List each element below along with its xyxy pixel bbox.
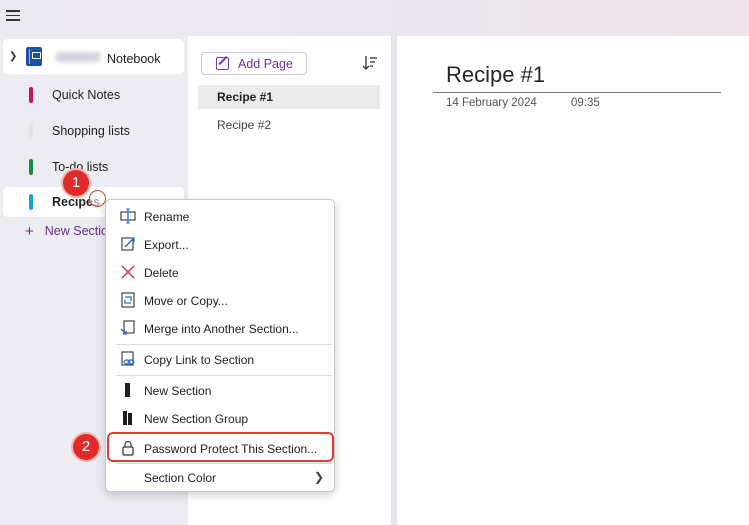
add-page-icon <box>216 57 229 70</box>
add-page-button[interactable]: Add Page <box>201 52 307 75</box>
section-color-tab <box>29 194 33 210</box>
page-date: 14 February 2024 <box>446 97 537 109</box>
highlight-box <box>107 432 334 462</box>
menu-item-label: Copy Link to Section <box>144 353 255 367</box>
menu-item-merge[interactable]: Merge into Another Section... <box>106 315 334 341</box>
menu-item-label: Move or Copy... <box>144 294 228 308</box>
export-icon <box>121 237 135 251</box>
menu-item-rename[interactable]: Rename <box>106 203 334 229</box>
move-copy-icon <box>121 292 135 308</box>
section-color-tab <box>29 87 33 103</box>
title-underline <box>433 92 721 93</box>
menu-separator <box>116 344 332 345</box>
menu-item-label: Export... <box>144 238 189 252</box>
click-indicator <box>89 190 106 207</box>
menu-item-section-color[interactable]: Section Color ❯ <box>106 464 334 490</box>
menu-item-delete[interactable]: Delete <box>106 259 334 285</box>
menu-item-label: Merge into Another Section... <box>144 322 299 336</box>
page-title[interactable]: Recipe #1 <box>446 62 545 88</box>
chevron-right-icon: ❯ <box>313 470 324 484</box>
merge-icon <box>120 320 135 335</box>
blurred-notebook-owner <box>55 52 101 62</box>
menu-item-new-section-group[interactable]: New Section Group <box>106 405 334 431</box>
menu-item-export[interactable]: Export... <box>106 231 334 257</box>
sidebar-item-label: Shopping lists <box>52 124 130 138</box>
sort-icon[interactable] <box>362 55 378 71</box>
new-section-group-icon <box>123 411 132 425</box>
chevron-down-icon[interactable]: ❯ <box>9 51 17 62</box>
page-item-label: Recipe #1 <box>217 90 274 104</box>
menu-item-move-or-copy[interactable]: Move or Copy... <box>106 287 334 313</box>
menu-item-label: Section Color <box>144 471 217 485</box>
menu-separator <box>116 375 332 376</box>
menu-item-label: Rename <box>144 210 190 224</box>
delete-icon <box>121 265 135 279</box>
rename-icon <box>120 208 136 224</box>
step-callout-1: 1 <box>63 170 89 196</box>
section-color-tab <box>29 159 33 175</box>
page-time: 09:35 <box>571 97 600 109</box>
notebook-selector[interactable]: ❯ Notebook <box>3 39 184 74</box>
plus-icon: + <box>25 223 34 240</box>
menu-item-label: New Section Group <box>144 412 249 426</box>
step-callout-2: 2 <box>73 434 99 460</box>
menu-item-new-section[interactable]: New Section <box>106 377 334 403</box>
sidebar-item-shopping-lists[interactable]: Shopping lists <box>3 116 184 146</box>
new-section-button[interactable]: + New Section <box>25 223 115 240</box>
notebook-icon <box>26 47 42 66</box>
menu-item-label: New Section <box>144 384 212 398</box>
menu-item-copy-link[interactable]: Copy Link to Section <box>106 346 334 372</box>
page-item-recipe-1[interactable]: Recipe #1 <box>198 85 380 109</box>
section-color-tab <box>29 123 33 139</box>
page-item-recipe-2[interactable]: Recipe #2 <box>198 113 380 137</box>
menu-item-label: Delete <box>144 266 179 280</box>
notebook-name: Notebook <box>107 52 161 66</box>
page-canvas[interactable]: Recipe #1 14 February 2024 09:35 <box>397 36 749 525</box>
add-page-label: Add Page <box>238 57 293 71</box>
menu-icon[interactable] <box>6 10 20 22</box>
page-item-label: Recipe #2 <box>217 118 272 132</box>
sidebar-item-quick-notes[interactable]: Quick Notes <box>3 80 184 110</box>
sidebar-item-to-do-lists[interactable]: To-do lists <box>3 152 184 182</box>
title-bar <box>0 0 749 36</box>
sidebar-item-label: Quick Notes <box>52 88 121 102</box>
new-section-icon <box>125 383 130 397</box>
copy-link-icon <box>121 351 135 366</box>
